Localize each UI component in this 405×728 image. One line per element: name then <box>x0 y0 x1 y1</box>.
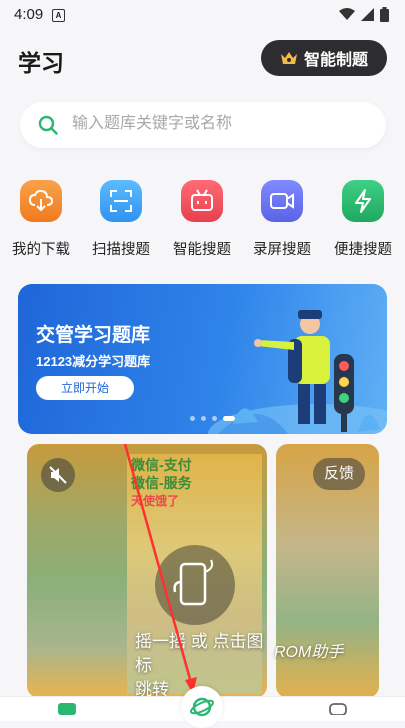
shortcut-smart-search[interactable]: 智能搜题 <box>162 180 242 259</box>
shortcut-record-search[interactable]: 录屏搜题 <box>242 180 322 259</box>
banner-subtitle: 12123减分学习题库 <box>36 354 151 369</box>
promo-banner[interactable]: 交管学习题库 12123减分学习题库 立即开始 <box>18 284 387 434</box>
wifi-icon <box>339 8 355 20</box>
shortcut-label: 录屏搜题 <box>253 242 311 258</box>
ai-question-button[interactable]: 智能制题 <box>261 40 387 76</box>
search-bar[interactable] <box>20 102 386 148</box>
search-icon <box>38 115 58 135</box>
tv-bot-icon <box>181 180 223 222</box>
shortcut-scan-search[interactable]: 扫描搜题 <box>81 180 161 259</box>
phone-hand-icon <box>155 545 235 625</box>
video-card-main[interactable]: 微信-支付 微信-服务 天使饿了 摇一摇 或 点击图标 跳转 <box>27 444 267 698</box>
signal-icon <box>361 8 374 21</box>
ad-text-line: 微信-服务 <box>131 475 192 491</box>
lightning-icon <box>342 180 384 222</box>
ad-text-line: 天使饿了 <box>131 494 180 508</box>
banner-start-button[interactable]: 立即开始 <box>36 376 134 400</box>
mute-button[interactable] <box>41 458 75 492</box>
shortcut-label: 扫描搜题 <box>92 242 150 258</box>
video-record-icon <box>261 180 303 222</box>
scan-icon <box>100 180 142 222</box>
cloud-download-icon <box>20 180 62 222</box>
shortcut-my-downloads[interactable]: 我的下载 <box>1 180 81 259</box>
battery-icon <box>380 7 389 22</box>
status-time: 4:09 <box>14 6 44 23</box>
ad-text: 微信-支付 微信-服务 天使饿了 <box>131 456 192 510</box>
banner-pagination <box>190 416 235 421</box>
shortcut-label: 便捷搜题 <box>334 242 392 258</box>
shortcut-label: 智能搜题 <box>173 242 231 258</box>
feedback-button[interactable]: 反馈 <box>313 458 365 490</box>
pager-dot <box>201 416 206 421</box>
crown-icon <box>280 52 297 64</box>
rom-assistant-watermark: ROM助手 <box>274 644 344 661</box>
page-title: 学习 <box>18 50 64 76</box>
pager-dot <box>190 416 195 421</box>
nav-center-button[interactable] <box>181 686 223 728</box>
nav-message-icon[interactable] <box>329 703 347 715</box>
pager-dot-active <box>223 416 235 421</box>
sim-indicator: A <box>52 9 65 22</box>
shake-phone-graphic <box>155 542 235 628</box>
pager-dot <box>212 416 217 421</box>
speaker-muted-icon <box>49 466 67 484</box>
ad-text-line: 微信-支付 <box>131 457 192 473</box>
shortcut-quick-search[interactable]: 便捷搜题 <box>323 180 403 259</box>
planet-icon <box>189 697 215 717</box>
video-feed[interactable]: 微信-支付 微信-服务 天使饿了 摇一摇 或 点击图标 跳转 反馈 ROM助手 <box>27 444 379 698</box>
search-input[interactable] <box>70 114 374 134</box>
shortcut-label: 我的下载 <box>12 242 70 258</box>
nav-home-icon[interactable] <box>58 703 76 715</box>
shake-prompt-line: 摇一摇 或 点击图标 <box>135 632 264 675</box>
ai-question-label: 智能制题 <box>303 52 368 69</box>
shortcut-grid: 我的下载 扫描搜题 智能搜题 录屏搜题 便捷搜题 <box>0 180 405 262</box>
banner-title: 交管学习题库 <box>36 325 151 346</box>
status-bar: 4:09 A <box>0 0 405 30</box>
